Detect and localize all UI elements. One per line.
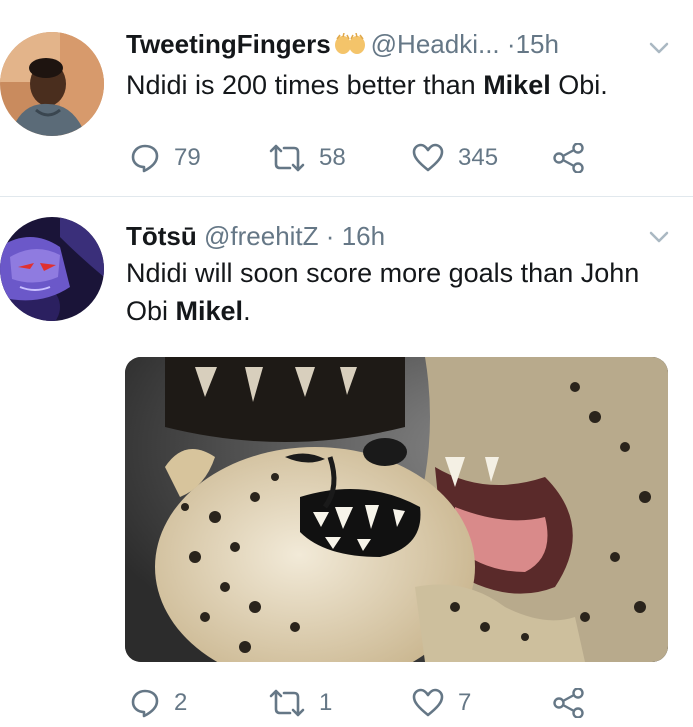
retweet-count: 58 <box>319 144 346 171</box>
laughing-cheetah-photo <box>125 357 668 662</box>
separator-dot: · <box>325 221 335 251</box>
like-count: 7 <box>458 689 472 716</box>
tweet-2[interactable]: Tōtsū @freehitZ · 16h Ndidi will soon sc… <box>0 197 693 727</box>
retweet-count: 1 <box>319 689 333 716</box>
retweet-button[interactable]: 58 <box>269 140 346 176</box>
tweet-text-part: . <box>243 296 251 326</box>
like-icon <box>412 688 444 717</box>
tweet-text: Ndidi will soon score more goals than Jo… <box>126 254 663 330</box>
user-handle[interactable]: @freehitZ <box>204 221 319 251</box>
tweet-text-part: Ndidi is 200 times better than <box>126 70 484 100</box>
retweet-button[interactable]: 1 <box>269 685 332 721</box>
separator-dot: · <box>506 29 516 59</box>
reply-icon <box>131 144 159 173</box>
tweet-text: Ndidi is 200 times better than Mikel Obi… <box>126 66 663 104</box>
reply-button[interactable]: 79 <box>130 140 201 176</box>
share-icon <box>553 143 584 173</box>
raised-hands-emoji-icon <box>334 33 365 54</box>
retweet-icon <box>269 689 305 717</box>
share-icon <box>553 688 584 718</box>
tweet-actions: 79 58 345 <box>126 140 693 176</box>
like-button[interactable]: 7 <box>412 685 471 721</box>
chevron-down-icon[interactable] <box>649 230 669 244</box>
reply-icon <box>131 689 159 718</box>
avatar[interactable] <box>0 217 104 321</box>
reply-count: 2 <box>174 689 188 716</box>
tweet-text-part: Obi. <box>550 70 608 100</box>
tweet-time[interactable]: 15h <box>516 29 559 59</box>
share-button[interactable] <box>553 140 599 176</box>
tweet-header: TweetingFingers @Headki... ·15h <box>126 28 653 60</box>
avatar-photo <box>0 217 104 321</box>
like-button[interactable]: 345 <box>412 140 498 176</box>
like-icon <box>412 143 444 172</box>
tweet-text-bold: Mikel <box>483 70 551 100</box>
tweet-actions: 2 1 7 <box>126 685 693 721</box>
retweet-icon <box>269 144 305 172</box>
display-name[interactable]: TweetingFingers <box>126 29 331 59</box>
avatar-photo <box>0 32 104 136</box>
tweet-1[interactable]: TweetingFingers @Headki... ·15h Ndidi is… <box>0 0 693 197</box>
user-handle[interactable]: @Headki... <box>371 29 500 59</box>
avatar[interactable] <box>0 32 104 136</box>
display-name[interactable]: Tōtsū <box>126 221 197 251</box>
like-count: 345 <box>458 144 499 171</box>
reply-button[interactable]: 2 <box>130 685 187 721</box>
chevron-down-icon[interactable] <box>649 41 669 55</box>
tweet-header: Tōtsū @freehitZ · 16h <box>126 220 653 252</box>
tweet-time[interactable]: 16h <box>342 221 385 251</box>
share-button[interactable] <box>553 685 599 721</box>
tweet-text-bold: Mikel <box>175 296 244 326</box>
reply-count: 79 <box>174 144 201 171</box>
tweet-media-image[interactable] <box>125 357 668 662</box>
